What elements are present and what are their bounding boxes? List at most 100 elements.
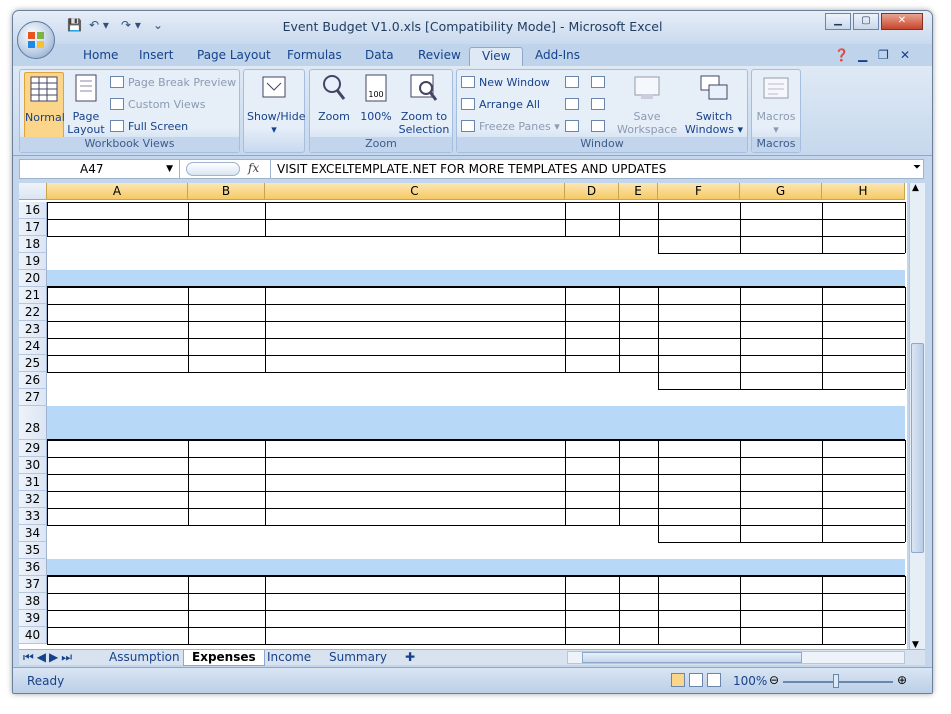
cell-a23[interactable]: [47, 321, 188, 338]
cell-a22[interactable]: [47, 304, 188, 321]
row-header[interactable]: 31: [19, 474, 47, 491]
close-button[interactable]: ✕: [881, 13, 923, 30]
cell-a37[interactable]: [47, 576, 188, 593]
cell-h28[interactable]: [822, 406, 905, 440]
row-header[interactable]: 34: [19, 525, 47, 542]
zoom-100-button[interactable]: 100 100%: [356, 72, 396, 123]
cell-a38[interactable]: [47, 593, 188, 610]
zoom-to-selection-button[interactable]: Zoom to Selection: [398, 72, 450, 136]
expand-formula-bar-icon[interactable]: ⏷: [913, 162, 921, 173]
office-button[interactable]: [17, 21, 55, 59]
insert-sheet-icon[interactable]: ✚: [397, 650, 423, 666]
tab-page-layout[interactable]: Page Layout: [185, 47, 283, 66]
workbook-close-icon[interactable]: ✕: [897, 47, 913, 66]
row-header[interactable]: 22: [19, 304, 47, 321]
column-header-c[interactable]: C: [265, 183, 565, 200]
page-layout-status-icon[interactable]: [689, 673, 703, 687]
cell-g20[interactable]: [740, 270, 822, 287]
zoom-slider-thumb[interactable]: [833, 674, 839, 688]
cell-a28[interactable]: [47, 406, 188, 440]
show-hide-button[interactable]: Show/Hide ▾: [247, 72, 305, 136]
column-header-e[interactable]: E: [619, 183, 658, 200]
cell-h18[interactable]: [822, 236, 905, 253]
zoom-out-icon[interactable]: ⊖: [769, 673, 779, 687]
split-button[interactable]: [565, 74, 583, 92]
formula-bar-handle[interactable]: [186, 162, 240, 176]
column-header-g[interactable]: G: [740, 183, 822, 200]
cell-g26[interactable]: [740, 372, 822, 389]
cell-h20[interactable]: [822, 270, 905, 287]
column-header-d[interactable]: D: [565, 183, 619, 200]
row-header[interactable]: 19: [19, 253, 47, 270]
column-header-f[interactable]: F: [658, 183, 740, 200]
formula-input[interactable]: VISIT EXCELTEMPLATE.NET FOR MORE TEMPLAT…: [270, 160, 666, 178]
cell-f34[interactable]: [658, 525, 740, 542]
worksheet-grid[interactable]: A B C D E F G H 16 17 18 19 20 21 22 23 24 25 26 27 28 29 30 31…: [19, 183, 907, 650]
cell-a40[interactable]: [47, 627, 188, 644]
switch-windows-button[interactable]: Switch Windows ▾: [683, 72, 745, 136]
cell-c29[interactable]: [265, 440, 565, 457]
row-header[interactable]: 38: [19, 593, 47, 610]
reset-position-button[interactable]: [591, 118, 609, 136]
cell-a16[interactable]: [47, 202, 188, 219]
tab-home[interactable]: Home: [71, 47, 130, 66]
cell-d32[interactable]: [565, 491, 619, 508]
normal-view-button[interactable]: Normal: [24, 72, 65, 138]
row-header[interactable]: 39: [19, 610, 47, 627]
cell-f18[interactable]: [658, 236, 740, 253]
tab-data[interactable]: Data: [353, 47, 406, 66]
row-header[interactable]: 24: [19, 338, 47, 355]
cell-a21[interactable]: [47, 287, 188, 304]
cell-a36[interactable]: [47, 559, 188, 576]
row-header[interactable]: 28: [19, 406, 47, 440]
select-all-corner[interactable]: [19, 183, 47, 200]
cell-d30[interactable]: [565, 457, 619, 474]
scroll-up-icon[interactable]: ▲: [912, 183, 919, 193]
row-header[interactable]: 17: [19, 219, 47, 236]
cell-c32[interactable]: [265, 491, 565, 508]
page-layout-view-button[interactable]: Page Layout: [66, 72, 106, 136]
horizontal-scrollbar[interactable]: [567, 651, 905, 664]
cell-g34[interactable]: [740, 525, 822, 542]
row-header[interactable]: 32: [19, 491, 47, 508]
cell-a25[interactable]: [47, 355, 188, 372]
cell-a17[interactable]: [47, 219, 188, 236]
row-header[interactable]: 36: [19, 559, 47, 576]
cell-a24[interactable]: [47, 338, 188, 355]
cell-d31[interactable]: [565, 474, 619, 491]
cell-f26[interactable]: [658, 372, 740, 389]
cell-b30[interactable]: [188, 457, 265, 474]
row-header[interactable]: 27: [19, 389, 47, 406]
help-icon[interactable]: ❓: [831, 47, 852, 66]
cell-f28[interactable]: [658, 406, 740, 440]
normal-view-status-icon[interactable]: [671, 673, 685, 687]
save-workspace-button[interactable]: Save Workspace: [617, 72, 677, 136]
zoom-in-icon[interactable]: ⊕: [897, 673, 907, 687]
row-header[interactable]: 33: [19, 508, 47, 525]
cell-g36[interactable]: [740, 559, 822, 576]
column-header-a[interactable]: A: [47, 183, 188, 200]
tab-formulas[interactable]: Formulas: [275, 47, 354, 66]
freeze-panes-button[interactable]: Freeze Panes ▾: [461, 118, 560, 136]
cell-b32[interactable]: [188, 491, 265, 508]
cell-a30[interactable]: [47, 457, 188, 474]
row-header[interactable]: 37: [19, 576, 47, 593]
row-header[interactable]: 25: [19, 355, 47, 372]
ribbon-restore-icon[interactable]: ❐: [875, 47, 892, 66]
cell-d29[interactable]: [565, 440, 619, 457]
cell-e29[interactable]: [619, 440, 658, 457]
tab-add-ins[interactable]: Add-Ins: [523, 47, 592, 66]
tab-view[interactable]: View: [469, 47, 524, 66]
cell-a39[interactable]: [47, 610, 188, 627]
sheet-tab-income[interactable]: Income: [259, 650, 319, 666]
row-header[interactable]: 26: [19, 372, 47, 389]
cell-f30[interactable]: [658, 457, 740, 474]
view-side-by-side-button[interactable]: [591, 74, 609, 92]
cell-c31[interactable]: [265, 474, 565, 491]
cell-g31[interactable]: [740, 474, 822, 491]
cell-g30[interactable]: [740, 457, 822, 474]
row-header[interactable]: 35: [19, 542, 47, 559]
cell-f32[interactable]: [658, 491, 740, 508]
tab-review[interactable]: Review: [406, 47, 473, 66]
cell-e30[interactable]: [619, 457, 658, 474]
